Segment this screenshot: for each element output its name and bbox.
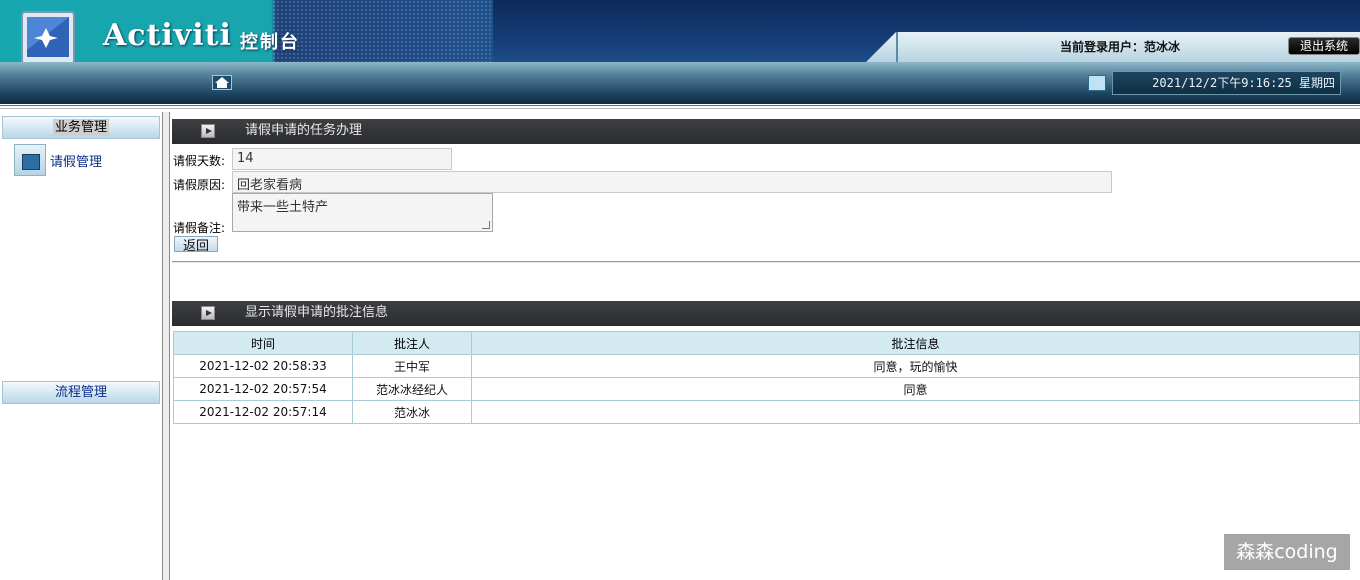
table-header-row: 时间 批注人 批注信息 xyxy=(173,331,1360,355)
remark-textarea[interactable]: 带来一些土特产 xyxy=(232,193,493,232)
reason-field[interactable]: 回老家看病 xyxy=(232,171,1112,193)
brand-title: Activiti xyxy=(103,18,232,53)
task-panel-header: 请假申请的任务办理 xyxy=(172,119,1360,144)
brand-subtitle: 控制台 xyxy=(240,32,300,53)
cell-time: 2021-12-02 20:57:14 xyxy=(173,400,353,424)
back-button[interactable]: 返回 xyxy=(174,236,218,252)
column-header-user: 批注人 xyxy=(352,331,472,355)
column-header-comment: 批注信息 xyxy=(471,331,1360,355)
table-row: 2021-12-02 20:58:33 王中军 同意，玩的愉快 xyxy=(173,354,1360,378)
main-content: 请假申请的任务办理 请假天数: 14 请假原因: 回老家看病 请假备注: 带来一… xyxy=(172,112,1360,580)
comment-table: 时间 批注人 批注信息 2021-12-02 20:58:33 王中军 同意，玩… xyxy=(173,331,1360,424)
reason-label: 请假原因: xyxy=(173,178,226,192)
logout-button[interactable]: 退出系统 xyxy=(1288,37,1360,55)
days-label: 请假天数: xyxy=(173,154,226,168)
note-panel-title: 显示请假申请的批注信息 xyxy=(245,305,389,320)
play-icon xyxy=(201,124,215,138)
screen-icon xyxy=(1088,75,1106,91)
form-divider xyxy=(172,261,1360,263)
sidebar-item-leave[interactable]: 请假管理 xyxy=(14,144,154,176)
task-panel-title: 请假申请的任务办理 xyxy=(245,123,363,138)
cell-user: 范冰冰经纪人 xyxy=(352,377,472,401)
sidebar-section-label: 流程管理 xyxy=(54,385,107,400)
cell-comment xyxy=(471,400,1360,424)
table-row: 2021-12-02 20:57:54 范冰冰经纪人 同意 xyxy=(173,377,1360,401)
watermark: 森森coding xyxy=(1224,534,1350,570)
cell-user: 王中军 xyxy=(352,354,472,378)
current-user-label: 当前登录用户：范冰冰 xyxy=(1060,40,1181,54)
nav-divider xyxy=(0,105,1360,109)
sidebar: 业务管理 请假管理 流程管理 xyxy=(0,112,165,580)
home-icon[interactable] xyxy=(212,75,232,90)
table-row: 2021-12-02 20:57:14 范冰冰 xyxy=(173,400,1360,424)
note-panel-header: 显示请假申请的批注信息 xyxy=(172,301,1360,326)
sidebar-section-label: 业务管理 xyxy=(52,119,109,136)
cell-time: 2021-12-02 20:57:54 xyxy=(173,377,353,401)
days-field[interactable]: 14 xyxy=(232,148,452,170)
monitor-logo-icon xyxy=(21,11,75,62)
play-icon xyxy=(201,306,215,320)
sidebar-item-label: 请假管理 xyxy=(50,155,103,170)
app-header: Activiti 控制台 当前登录用户：范冰冰 退出系统 xyxy=(0,0,1360,62)
remark-label: 请假备注: xyxy=(173,221,226,235)
leave-form-icon xyxy=(14,144,46,176)
cell-comment: 同意，玩的愉快 xyxy=(471,354,1360,378)
datetime-display: 2021/12/2下午9:16:25 星期四 xyxy=(1112,71,1341,95)
sidebar-section-process[interactable]: 流程管理 xyxy=(2,381,160,404)
nav-bar: 2021/12/2下午9:16:25 星期四 xyxy=(0,62,1360,104)
sidebar-section-business[interactable]: 业务管理 xyxy=(2,116,160,139)
cell-user: 范冰冰 xyxy=(352,400,472,424)
column-header-time: 时间 xyxy=(173,331,353,355)
cell-comment: 同意 xyxy=(471,377,1360,401)
cell-time: 2021-12-02 20:58:33 xyxy=(173,354,353,378)
sidebar-splitter[interactable] xyxy=(162,112,170,580)
